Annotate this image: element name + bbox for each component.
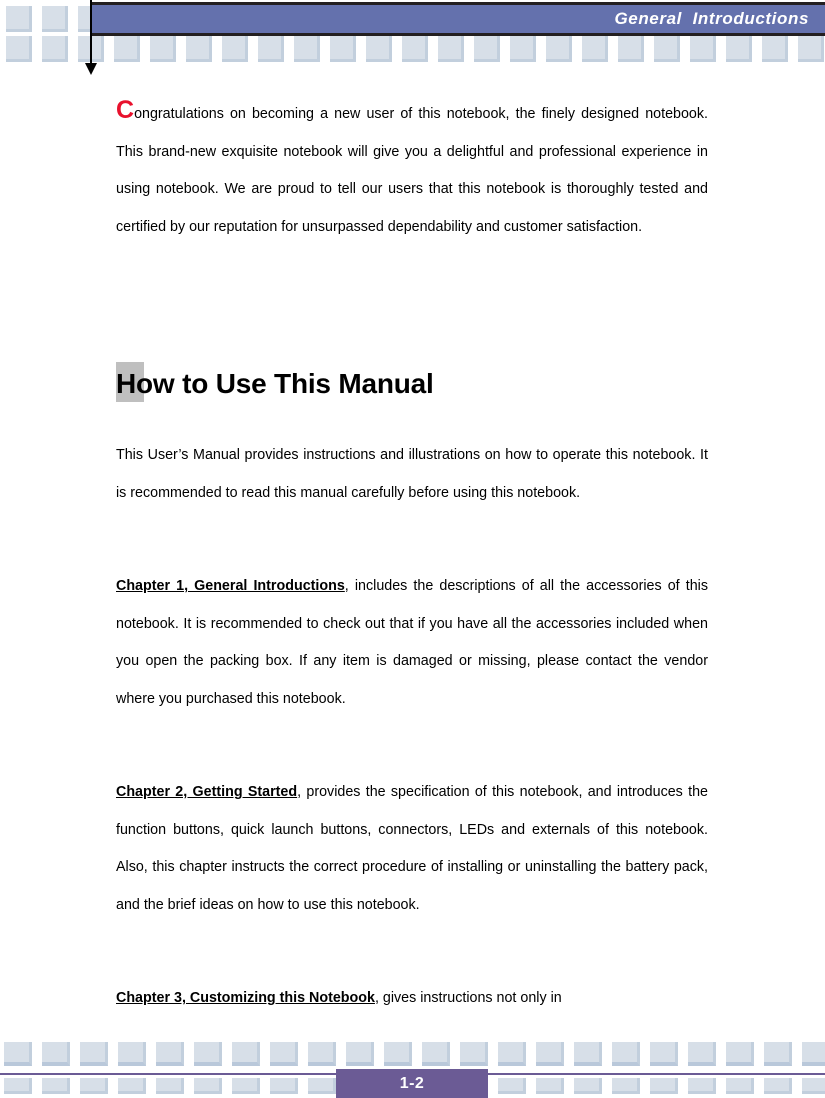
chapter-2-block: Chapter 2, Getting Started, provides the… [116, 774, 708, 924]
decorative-tile [802, 1042, 825, 1066]
decorative-tile [726, 1042, 754, 1066]
chapter-3-block: Chapter 3, Customizing this Notebook, gi… [116, 980, 708, 1018]
decorative-tile [574, 1042, 602, 1066]
intro-paragraph-block: Congratulations on becoming a new user o… [116, 96, 708, 246]
down-arrow-icon [85, 0, 100, 80]
decorative-tile [366, 36, 392, 62]
footer-decorative-tiles-top [0, 1042, 825, 1066]
decorative-tile [498, 1042, 526, 1066]
decorative-tile [42, 36, 68, 62]
decorative-tile [438, 36, 464, 62]
decorative-tile [330, 36, 356, 62]
decorative-tile [156, 1078, 184, 1094]
paragraph-text: , gives instructions not only in [374, 990, 562, 1006]
header-title: General Introductions [614, 9, 809, 28]
manual-overview-block: This User’s Manual provides instructions… [116, 437, 708, 512]
decorative-tile [270, 1078, 298, 1094]
intro-paragraph-text: ongratulations on becoming a new user of… [116, 106, 708, 235]
decorative-tile [42, 1078, 70, 1094]
decorative-tile [460, 1042, 488, 1066]
decorative-tile [6, 36, 32, 62]
page-header: General Introductions [0, 0, 825, 75]
chapter-1-block: Chapter 1, General Introductions, includ… [116, 568, 708, 718]
decorative-tile [346, 1042, 374, 1066]
decorative-tile [402, 36, 428, 62]
decorative-tile [764, 1078, 792, 1094]
heading-remainder: ow to Use This Manual [136, 368, 434, 399]
decorative-tile [270, 1042, 298, 1066]
arrow-head [85, 63, 97, 75]
decorative-tile [42, 6, 68, 32]
decorative-tile [650, 1042, 678, 1066]
decorative-tile [762, 36, 788, 62]
decorative-tile [612, 1042, 640, 1066]
decorative-tile [294, 36, 320, 62]
decorative-tile [308, 1042, 336, 1066]
decorative-tile [194, 1078, 222, 1094]
decorative-tile [114, 36, 140, 62]
decorative-tile [4, 1078, 32, 1094]
decorative-tile [612, 1078, 640, 1094]
page-number: 1-2 [399, 1074, 425, 1092]
paragraph-text: , provides the specification of this not… [116, 784, 708, 913]
decorative-tile [498, 1078, 526, 1094]
decorative-tile [118, 1078, 146, 1094]
decorative-tile [6, 6, 32, 32]
decorative-tile [150, 36, 176, 62]
decorative-tile [582, 36, 608, 62]
decorative-tile [726, 1078, 754, 1094]
chapter-2-lead-in: Chapter 2, Getting Started [116, 784, 298, 800]
decorative-tile [222, 36, 248, 62]
paragraph: Chapter 1, General Introductions, includ… [116, 568, 708, 718]
header-banner: General Introductions [91, 2, 825, 36]
drop-cap: C [116, 96, 135, 124]
page-number-badge: 1-2 [336, 1069, 488, 1098]
arrow-stem [90, 0, 92, 66]
decorative-tile [650, 1078, 678, 1094]
decorative-tile [258, 36, 284, 62]
decorative-tile [536, 1042, 564, 1066]
heading-text: How to Use This Manual [116, 364, 434, 404]
decorative-tile [156, 1042, 184, 1066]
decorative-tile [798, 36, 824, 62]
decorative-tile [384, 1042, 412, 1066]
decorative-tile [308, 1078, 336, 1094]
decorative-tile [422, 1042, 450, 1066]
decorative-tile [690, 36, 716, 62]
heading-initial: H [116, 368, 137, 399]
decorative-tile [194, 1042, 222, 1066]
decorative-tile [232, 1042, 260, 1066]
decorative-tile [764, 1042, 792, 1066]
chapter-1-lead-in: Chapter 1, General Introductions [116, 578, 345, 594]
decorative-tile [574, 1078, 602, 1094]
decorative-tile [80, 1042, 108, 1066]
decorative-tile [688, 1042, 716, 1066]
decorative-tile [80, 1078, 108, 1094]
decorative-tile [474, 36, 500, 62]
decorative-tile [802, 1078, 825, 1094]
decorative-tile [510, 36, 536, 62]
decorative-tile [654, 36, 680, 62]
decorative-tile [186, 36, 212, 62]
paragraph-text: , includes the descriptions of all the a… [116, 578, 708, 707]
decorative-tile [688, 1078, 716, 1094]
paragraph-text: This User’s Manual provides instructions… [116, 447, 708, 501]
header-decorative-tiles-bottom [0, 36, 825, 62]
chapter-3-lead-in: Chapter 3, Customizing this Notebook [116, 990, 375, 1006]
decorative-tile [232, 1078, 260, 1094]
decorative-tile [618, 36, 644, 62]
decorative-tile [42, 1042, 70, 1066]
decorative-tile [4, 1042, 32, 1066]
decorative-tile [118, 1042, 146, 1066]
section-heading: How to Use This Manual [116, 362, 434, 406]
decorative-tile [536, 1078, 564, 1094]
intro-paragraph: Congratulations on becoming a new user o… [116, 96, 708, 246]
decorative-tile [546, 36, 572, 62]
paragraph: This User’s Manual provides instructions… [116, 437, 708, 512]
paragraph: Chapter 2, Getting Started, provides the… [116, 774, 708, 924]
paragraph: Chapter 3, Customizing this Notebook, gi… [116, 980, 708, 1018]
decorative-tile [726, 36, 752, 62]
